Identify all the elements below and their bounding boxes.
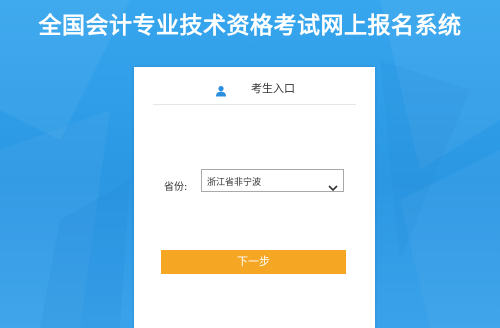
candidate-entry-label: 考生入口 <box>251 82 295 95</box>
province-select-value: 浙江省非宁波 <box>207 178 262 188</box>
page-title: 全国会计专业技术资格考试网上报名系统 <box>38 13 462 39</box>
next-button[interactable]: 下一步 <box>161 250 346 274</box>
province-label: 省份: <box>164 182 188 193</box>
chevron-down-icon[interactable] <box>328 177 338 192</box>
user-icon <box>215 82 227 97</box>
province-select[interactable]: 浙江省非宁波 <box>201 169 344 192</box>
login-card: 考生入口 省份: 浙江省非宁波 下一步 <box>134 67 375 328</box>
card-header: 考生入口 <box>153 67 356 105</box>
